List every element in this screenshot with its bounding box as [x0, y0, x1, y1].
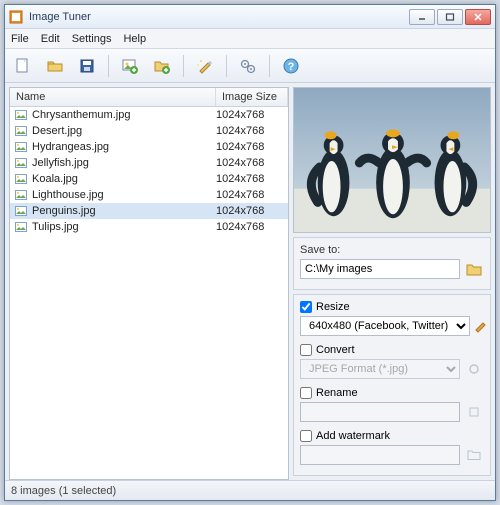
table-row[interactable]: Desert.jpg1024x768 [10, 123, 288, 139]
file-size: 1024x768 [216, 125, 284, 137]
column-size[interactable]: Image Size [216, 88, 288, 106]
file-size: 1024x768 [216, 141, 284, 153]
options-panel: Resize 640x480 (Facebook, Twitter) Conve… [293, 294, 491, 476]
resize-label: Resize [316, 301, 350, 313]
menu-help[interactable]: Help [123, 33, 146, 45]
help-button[interactable]: ? [277, 53, 305, 79]
open-folder-button[interactable] [41, 53, 69, 79]
file-name: Lighthouse.jpg [32, 189, 216, 201]
resize-checkbox[interactable] [300, 301, 312, 313]
minimize-button[interactable] [409, 9, 435, 25]
column-name[interactable]: Name [10, 88, 216, 106]
file-name: Desert.jpg [32, 125, 216, 137]
image-file-icon [14, 205, 28, 217]
file-name: Koala.jpg [32, 173, 216, 185]
menubar: File Edit Settings Help [5, 29, 495, 49]
menu-file[interactable]: File [11, 33, 29, 45]
file-size: 1024x768 [216, 173, 284, 185]
file-size: 1024x768 [216, 109, 284, 121]
file-list-rows: Chrysanthemum.jpg1024x768Desert.jpg1024x… [10, 107, 288, 479]
app-window: Image Tuner File Edit Settings Help ? Na… [4, 4, 496, 501]
rename-label: Rename [316, 387, 358, 399]
toolbar-separator [108, 55, 109, 77]
toolbar-separator [183, 55, 184, 77]
file-name: Jellyfish.jpg [32, 157, 216, 169]
file-size: 1024x768 [216, 221, 284, 233]
convert-label: Convert [316, 344, 355, 356]
file-size: 1024x768 [216, 189, 284, 201]
content-area: Name Image Size Chrysanthemum.jpg1024x76… [5, 83, 495, 480]
image-file-icon [14, 173, 28, 185]
settings-button[interactable] [234, 53, 262, 79]
menu-edit[interactable]: Edit [41, 33, 60, 45]
svg-text:?: ? [288, 61, 295, 73]
file-list[interactable]: Name Image Size Chrysanthemum.jpg1024x76… [9, 87, 289, 480]
toolbar-separator [226, 55, 227, 77]
status-bar: 8 images (1 selected) [5, 480, 495, 500]
table-row[interactable]: Hydrangeas.jpg1024x768 [10, 139, 288, 155]
file-name: Chrysanthemum.jpg [32, 109, 216, 121]
convert-select[interactable]: JPEG Format (*.jpg) [300, 359, 460, 379]
table-row[interactable]: Jellyfish.jpg1024x768 [10, 155, 288, 171]
resize-select[interactable]: 640x480 (Facebook, Twitter) [300, 316, 470, 336]
process-button[interactable] [191, 53, 219, 79]
image-file-icon [14, 125, 28, 137]
save-panel: Save to: [293, 237, 491, 290]
table-row[interactable]: Koala.jpg1024x768 [10, 171, 288, 187]
file-name: Penguins.jpg [32, 205, 216, 217]
browse-folder-button[interactable] [464, 259, 484, 279]
image-preview [293, 87, 491, 233]
file-name: Hydrangeas.jpg [32, 141, 216, 153]
rename-input[interactable] [300, 402, 460, 422]
watermark-browse-button[interactable] [464, 445, 484, 465]
file-size: 1024x768 [216, 157, 284, 169]
window-title: Image Tuner [29, 11, 91, 23]
menu-settings[interactable]: Settings [72, 33, 112, 45]
titlebar: Image Tuner [5, 5, 495, 29]
save-button[interactable] [73, 53, 101, 79]
convert-settings-button[interactable] [464, 359, 484, 379]
toolbar-separator [269, 55, 270, 77]
right-pane: Save to: Resize 640x480 (Facebook, Twitt… [293, 87, 491, 480]
add-image-button[interactable] [116, 53, 144, 79]
table-row[interactable]: Lighthouse.jpg1024x768 [10, 187, 288, 203]
maximize-button[interactable] [437, 9, 463, 25]
save-to-label: Save to: [300, 244, 484, 256]
image-file-icon [14, 157, 28, 169]
image-file-icon [14, 109, 28, 121]
image-file-icon [14, 189, 28, 201]
watermark-checkbox[interactable] [300, 430, 312, 442]
save-path-input[interactable] [300, 259, 460, 279]
app-icon [9, 10, 23, 24]
rename-checkbox[interactable] [300, 387, 312, 399]
convert-checkbox[interactable] [300, 344, 312, 356]
image-file-icon [14, 141, 28, 153]
watermark-input[interactable] [300, 445, 460, 465]
rename-settings-button[interactable] [464, 402, 484, 422]
table-row[interactable]: Penguins.jpg1024x768 [10, 203, 288, 219]
table-row[interactable]: Chrysanthemum.jpg1024x768 [10, 107, 288, 123]
image-file-icon [14, 221, 28, 233]
watermark-label: Add watermark [316, 430, 390, 442]
close-button[interactable] [465, 9, 491, 25]
resize-edit-button[interactable] [474, 316, 488, 336]
file-name: Tulips.jpg [32, 221, 216, 233]
new-button[interactable] [9, 53, 37, 79]
file-list-header: Name Image Size [10, 88, 288, 107]
status-text: 8 images (1 selected) [11, 485, 116, 497]
file-size: 1024x768 [216, 205, 284, 217]
table-row[interactable]: Tulips.jpg1024x768 [10, 219, 288, 235]
add-folder-button[interactable] [148, 53, 176, 79]
toolbar: ? [5, 49, 495, 83]
